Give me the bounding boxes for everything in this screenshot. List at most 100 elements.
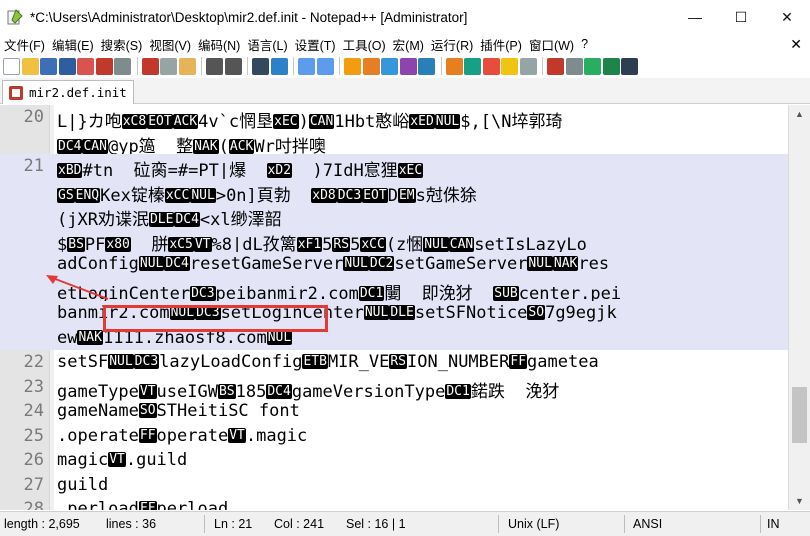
line-text: .perloadFFperload xyxy=(57,499,228,510)
window-title: *C:\Users\Administrator\Desktop\mir2.def… xyxy=(30,9,468,25)
save-icon[interactable] xyxy=(40,57,57,75)
new-file-icon[interactable] xyxy=(3,57,20,75)
line-text: GS ENQKex锭榛xCC NUL>0n]頁勃 xD8 DC3 EOTDEMs尅侏狳 xyxy=(57,185,477,206)
control-char-token: SO xyxy=(527,305,546,320)
menu-edit[interactable]: 编辑(E) xyxy=(52,35,94,54)
close-document-icon[interactable]: ✕ xyxy=(790,36,802,53)
find-icon[interactable] xyxy=(252,57,269,75)
minimize-button[interactable]: — xyxy=(672,0,718,34)
editor-line-selected: etLoginCenterDC3peibanmir2.comDC1闄 即浼犲 S… xyxy=(0,276,788,304)
menu-language[interactable]: 语言(L) xyxy=(247,35,287,54)
control-char-token: xD8 xyxy=(311,187,337,203)
control-char-token: BS xyxy=(67,236,85,252)
vertical-scrollbar[interactable]: ▲ ▼ xyxy=(788,105,810,510)
menu-macro[interactable]: 宏(M) xyxy=(393,35,424,54)
save-all-icon[interactable] xyxy=(58,57,76,75)
word-wrap-icon[interactable] xyxy=(381,57,398,75)
control-char-token: ACK xyxy=(228,138,255,154)
line-number: 23 xyxy=(23,376,44,397)
control-char-token: RS xyxy=(332,236,351,252)
control-char-token: NUL xyxy=(190,187,216,203)
folder-workspace-icon[interactable] xyxy=(501,57,518,75)
control-char-token: NUL xyxy=(138,256,165,271)
line-text: gameNameSOSTHeitiSC font xyxy=(57,401,300,421)
menu-view[interactable]: 视图(V) xyxy=(149,35,191,54)
scrollbar-thumb[interactable] xyxy=(792,387,807,443)
scroll-up-icon[interactable]: ▲ xyxy=(789,105,810,123)
menu-file[interactable]: 文件(F) xyxy=(4,35,45,54)
save-macro-icon[interactable] xyxy=(621,57,638,75)
zoom-out-icon[interactable] xyxy=(316,57,334,75)
status-length: length : 2,695 xyxy=(4,517,80,531)
control-char-token: VT xyxy=(193,236,212,252)
control-char-token: ETB xyxy=(302,354,328,369)
line-text: adConfigNUL DC4resetGameServerNUL DC2setGa… xyxy=(57,254,610,274)
indent-guide-icon[interactable] xyxy=(418,57,435,75)
status-separator xyxy=(204,515,205,533)
line-text: magicVT.guild xyxy=(57,450,188,470)
paste-icon[interactable] xyxy=(178,57,196,75)
control-char-token: ACK xyxy=(172,114,199,129)
control-char-token: xED xyxy=(409,114,435,129)
language-icon[interactable] xyxy=(445,57,463,75)
menu-settings[interactable]: 设置(T) xyxy=(295,35,336,54)
editor-line-selected: GS ENQKex锭榛xCC NUL>0n]頁勃 xD8 DC3 EOTDEMs尅侏狳 xyxy=(0,178,788,206)
control-char-token: NAK xyxy=(552,256,579,271)
toolbar-separator xyxy=(201,57,202,75)
status-insert-mode: IN xyxy=(767,517,780,531)
menu-search[interactable]: 搜索(S) xyxy=(101,35,143,54)
doc-map-icon[interactable] xyxy=(464,57,481,75)
menu-window[interactable]: 窗口(W) xyxy=(529,35,574,54)
function-list-icon[interactable] xyxy=(482,57,500,75)
editor-area[interactable]: 20 L|}カ咆xC8 EOT ACK4v`c惘垦xEC)CAN1Hbt憨峪xED N… xyxy=(0,105,788,510)
status-encoding: ANSI xyxy=(633,517,663,531)
menu-run[interactable]: 运行(R) xyxy=(431,35,473,54)
control-char-token: xCC xyxy=(360,236,386,252)
play-macro-icon[interactable] xyxy=(584,57,601,75)
monitoring-icon[interactable] xyxy=(519,57,537,75)
redo-icon[interactable] xyxy=(224,57,242,75)
control-char-token: SUB xyxy=(493,285,519,301)
undo-icon[interactable] xyxy=(206,57,223,75)
control-char-token: RS xyxy=(389,354,408,369)
editor-line: 28 .perloadFFperload xyxy=(0,497,788,510)
control-char-token: GS xyxy=(57,187,75,203)
editor-line: DC4 CAN@yp簻 整NAK(ACKWr吋拌噢 xyxy=(0,130,788,157)
sync-vertical-icon[interactable] xyxy=(344,57,361,75)
copy-icon[interactable] xyxy=(160,57,177,75)
menu-encoding[interactable]: 编码(N) xyxy=(198,35,240,54)
control-char-token: DC2 xyxy=(368,256,395,271)
maximize-button[interactable]: ☐ xyxy=(718,0,764,34)
menu-plugins[interactable]: 插件(P) xyxy=(480,35,522,54)
sync-horizontal-icon[interactable] xyxy=(362,57,380,75)
status-lines: lines : 36 xyxy=(106,517,157,531)
replace-icon[interactable] xyxy=(270,57,288,75)
tab-bar: mir2.def.init xyxy=(0,78,810,104)
open-file-icon[interactable] xyxy=(21,57,39,75)
print-icon[interactable] xyxy=(114,57,131,75)
close-file-icon[interactable] xyxy=(77,57,94,75)
run-macro-multiple-icon[interactable] xyxy=(602,57,620,75)
menu-tools[interactable]: 工具(O) xyxy=(343,35,386,54)
menu-help[interactable]: ? xyxy=(581,37,588,51)
zoom-in-icon[interactable] xyxy=(298,57,315,75)
red-highlight-box xyxy=(103,305,328,332)
tab-mir2-def-init[interactable]: mir2.def.init xyxy=(2,80,134,104)
close-window-button[interactable]: ✕ xyxy=(764,0,810,34)
stop-macro-icon[interactable] xyxy=(565,57,583,75)
control-char-token: VT xyxy=(108,452,126,467)
line-number: 26 xyxy=(23,450,44,470)
control-char-token: DC4 xyxy=(174,212,200,227)
line-text: setSFNUL DC3lazyLoadConfigETBMIR_VERSION_… xyxy=(57,352,599,372)
toolbar-separator xyxy=(339,57,340,75)
control-char-token: CAN xyxy=(308,114,335,129)
close-all-icon[interactable] xyxy=(95,57,113,75)
line-text: DC4 CAN@yp簻 整NAK(ACKWr吋拌噢 xyxy=(57,136,326,157)
line-text: gameTypeVTuseIGWBS185DC4gameVersionTypeD… xyxy=(57,381,560,402)
control-char-token: NUL xyxy=(108,354,134,369)
record-macro-icon[interactable] xyxy=(547,57,564,75)
show-all-chars-icon[interactable] xyxy=(399,57,417,75)
line-number: 21 xyxy=(23,156,44,176)
cut-icon[interactable] xyxy=(141,57,159,75)
scroll-down-icon[interactable]: ▼ xyxy=(789,492,810,510)
